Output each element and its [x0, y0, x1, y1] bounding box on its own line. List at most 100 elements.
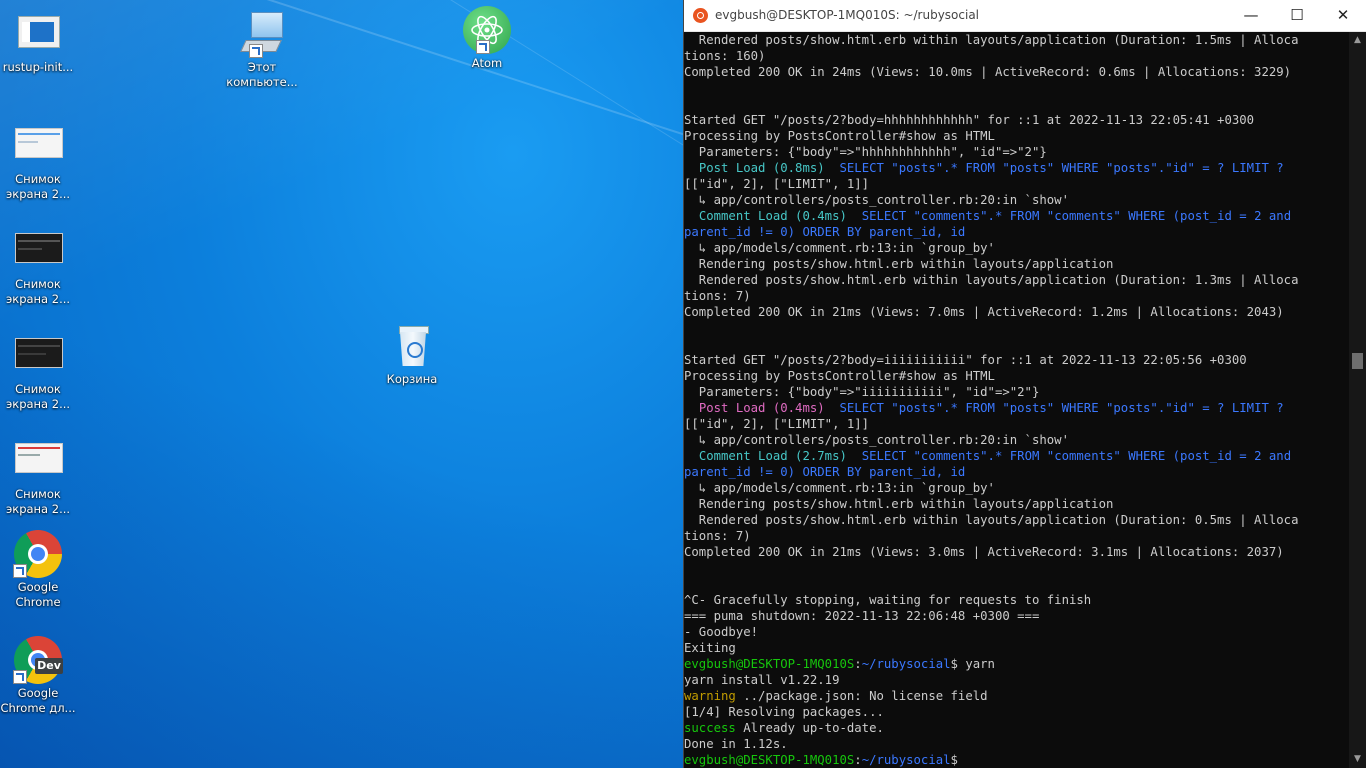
terminal-text-segment: Done in 1.12s. — [684, 737, 788, 751]
terminal-line: Processing by PostsController#show as HT… — [684, 368, 1348, 384]
terminal-output[interactable]: Rendered posts/show.html.erb within layo… — [684, 32, 1348, 768]
desktop-icon-google-chrome-dev[interactable]: Dev Google Chrome дл... — [0, 636, 76, 716]
scroll-down-arrow-icon[interactable]: ▼ — [1349, 751, 1366, 768]
terminal-line: Started GET "/posts/2?body=hhhhhhhhhhhh"… — [684, 112, 1348, 128]
terminal-text-segment: parent_id != 0) ORDER BY parent_id, id — [684, 465, 966, 479]
scroll-up-arrow-icon[interactable]: ▲ — [1349, 32, 1366, 49]
atom-icon — [462, 6, 512, 54]
terminal-line: Post Load (0.8ms) SELECT "posts".* FROM … — [684, 160, 1348, 176]
terminal-line: parent_id != 0) ORDER BY parent_id, id — [684, 224, 1348, 240]
scrollbar-thumb[interactable] — [1352, 353, 1363, 369]
terminal-text-segment: ~/rubysocial — [861, 753, 951, 767]
terminal-text-segment: Already up-to-date. — [735, 721, 884, 735]
desktop-icon-label: Снимок экрана 2... — [5, 172, 71, 201]
terminal-line: Rendering posts/show.html.erb within lay… — [684, 256, 1348, 272]
terminal-text-segment: : — [854, 753, 862, 767]
terminal-line: Comment Load (2.7ms) SELECT "comments".*… — [684, 448, 1348, 464]
terminal-text-segment: parent_id != 0) ORDER BY parent_id, id — [684, 225, 966, 239]
desktop-icon-this-pc[interactable]: Этот компьюте... — [224, 10, 300, 90]
terminal-line: warning ../package.json: No license fiel… — [684, 688, 1348, 704]
desktop-icon-rustup-init[interactable]: rustup-init... — [0, 10, 76, 75]
maximize-button[interactable]: ☐ — [1274, 0, 1320, 31]
installer-icon — [13, 10, 63, 58]
terminal-text-segment: [["id", 2], ["LIMIT", 1]] — [684, 177, 870, 191]
terminal-text-segment: [["id", 2], ["LIMIT", 1]] — [684, 417, 870, 431]
terminal-line: Parameters: {"body"=>"hhhhhhhhhhhh", "id… — [684, 144, 1348, 160]
terminal-line: Comment Load (0.4ms) SELECT "comments".*… — [684, 208, 1348, 224]
recycle-bin-icon — [387, 322, 437, 370]
terminal-line: tions: 160) — [684, 48, 1348, 64]
terminal-line: tions: 7) — [684, 288, 1348, 304]
terminal-line: ↳ app/controllers/posts_controller.rb:20… — [684, 192, 1348, 208]
desktop-icon-label: Atom — [471, 56, 503, 70]
terminal-text-segment: tions: 7) — [684, 289, 751, 303]
screenshot-thumbnail-icon — [13, 122, 63, 170]
desktop-icon-screenshot-3[interactable]: Снимок экрана 2... — [0, 332, 76, 412]
close-button[interactable]: ✕ — [1320, 0, 1366, 31]
terminal-line: ↳ app/controllers/posts_controller.rb:20… — [684, 432, 1348, 448]
desktop-icon-screenshot-1[interactable]: Снимок экрана 2... — [0, 122, 76, 202]
terminal-line: tions: 7) — [684, 528, 1348, 544]
terminal-line: Post Load (0.4ms) SELECT "posts".* FROM … — [684, 400, 1348, 416]
terminal-line: success Already up-to-date. — [684, 720, 1348, 736]
window-title: evgbush@DESKTOP-1MQ010S: ~/rubysocial — [715, 8, 980, 22]
terminal-text-segment: tions: 160) — [684, 49, 766, 63]
terminal-text-segment: Completed 200 OK in 24ms (Views: 10.0ms … — [684, 65, 1292, 79]
terminal-text-segment: Processing by PostsController#show as HT… — [684, 129, 995, 143]
desktop-icon-screenshot-2[interactable]: Снимок экрана 2... — [0, 227, 76, 307]
terminal-text-segment: Comment Load (0.4ms) — [698, 209, 847, 223]
shortcut-arrow-icon — [13, 670, 27, 684]
desktop-icon-label: Снимок экрана 2... — [5, 277, 71, 306]
terminal-line: evgbush@DESKTOP-1MQ010S:~/rubysocial$ — [684, 752, 1348, 768]
terminal-text-segment: ↳ app/models/comment.rb:13:in `group_by' — [684, 241, 995, 255]
terminal-text-segment: Parameters: {"body"=>"hhhhhhhhhhhh", "id… — [684, 145, 1047, 159]
terminal-text-segment: $ — [950, 753, 966, 767]
screenshot-thumbnail-icon — [13, 332, 63, 380]
terminal-text-segment: Rendered posts/show.html.erb within layo… — [684, 513, 1299, 527]
desktop-icon-screenshot-4[interactable]: Снимок экрана 2... — [0, 437, 76, 517]
terminal-line: Completed 200 OK in 24ms (Views: 10.0ms … — [684, 64, 1348, 80]
terminal-text-segment: tions: 7) — [684, 529, 751, 543]
this-pc-icon — [237, 10, 287, 58]
desktop-icon-label: Снимок экрана 2... — [5, 382, 71, 411]
terminal-scrollbar[interactable]: ▲ ▼ — [1349, 32, 1366, 768]
terminal-line: ↳ app/models/comment.rb:13:in `group_by' — [684, 480, 1348, 496]
terminal-text-segment: SELECT "posts".* FROM "posts" WHERE "pos… — [839, 401, 1284, 415]
terminal-text-segment: Post Load (0.8ms) — [698, 161, 825, 175]
desktop-icon-atom[interactable]: Atom — [449, 6, 525, 71]
terminal-line: Completed 200 OK in 21ms (Views: 7.0ms |… — [684, 304, 1348, 320]
terminal-text-segment: Processing by PostsController#show as HT… — [684, 369, 995, 383]
minimize-button[interactable]: — — [1228, 0, 1274, 31]
chrome-icon — [13, 530, 63, 578]
terminal-line: [["id", 2], ["LIMIT", 1]] — [684, 416, 1348, 432]
terminal-text-segment: Rendered posts/show.html.erb within layo… — [684, 273, 1299, 287]
desktop-icon-recycle-bin[interactable]: Корзина — [374, 322, 450, 387]
terminal-lines: Rendered posts/show.html.erb within layo… — [684, 32, 1348, 768]
desktop-icon-google-chrome[interactable]: Google Chrome — [0, 530, 76, 610]
terminal-line: Started GET "/posts/2?body=iiiiiiiiiii" … — [684, 352, 1348, 368]
terminal-text-segment: Rendering posts/show.html.erb within lay… — [684, 497, 1114, 511]
terminal-text-segment: SELECT "comments".* FROM "comments" WHER… — [861, 209, 1292, 223]
terminal-line: ↳ app/models/comment.rb:13:in `group_by' — [684, 240, 1348, 256]
terminal-line: ^C- Gracefully stopping, waiting for req… — [684, 592, 1348, 608]
terminal-text-segment: ↳ app/controllers/posts_controller.rb:20… — [684, 433, 1069, 447]
terminal-line: yarn install v1.22.19 — [684, 672, 1348, 688]
terminal-text-segment: ↳ app/controllers/posts_controller.rb:20… — [684, 193, 1069, 207]
terminal-text-segment: Comment Load (2.7ms) — [698, 449, 847, 463]
terminal-line: [1/4] Resolving packages... — [684, 704, 1348, 720]
terminal-text-segment: evgbush@DESKTOP-1MQ010S — [684, 753, 855, 767]
terminal-line: Rendered posts/show.html.erb within layo… — [684, 32, 1348, 48]
terminal-text-segment: [1/4] Resolving packages... — [684, 705, 884, 719]
terminal-window[interactable]: evgbush@DESKTOP-1MQ010S: ~/rubysocial — … — [683, 0, 1366, 768]
terminal-line: Exiting — [684, 640, 1348, 656]
terminal-titlebar[interactable]: evgbush@DESKTOP-1MQ010S: ~/rubysocial — … — [684, 0, 1366, 32]
